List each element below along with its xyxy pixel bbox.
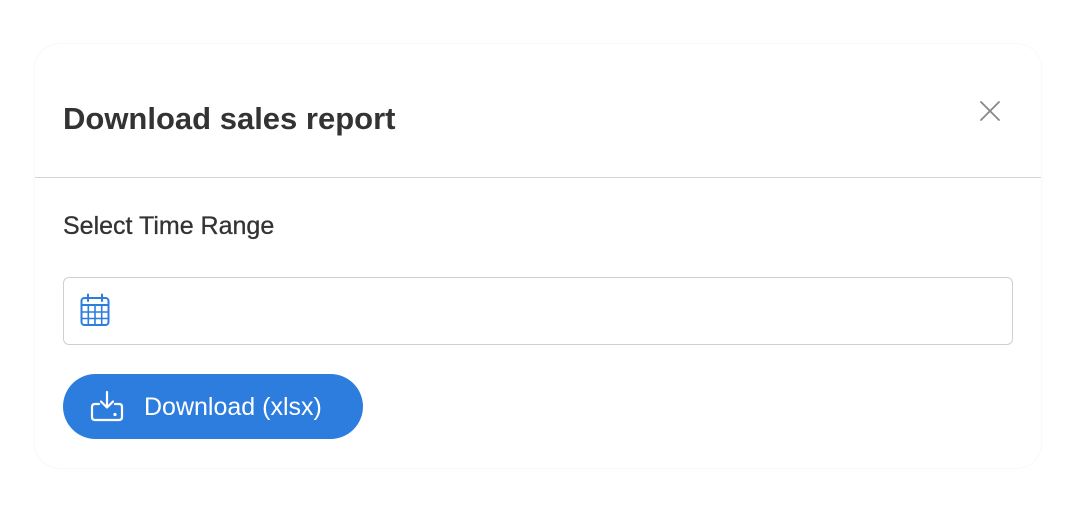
dialog-header: Download sales report xyxy=(35,44,1041,178)
time-range-label: Select Time Range xyxy=(63,212,275,240)
download-xlsx-button[interactable]: Download (xlsx) xyxy=(63,374,363,439)
dialog-title: Download sales report xyxy=(63,101,396,136)
calendar-icon xyxy=(80,293,110,326)
close-icon xyxy=(980,101,1000,121)
time-range-picker[interactable] xyxy=(63,277,1013,345)
download-report-dialog: Download sales report Select Time Range xyxy=(35,44,1041,468)
download-button-label: Download (xlsx) xyxy=(144,393,322,421)
download-icon xyxy=(90,390,124,422)
time-range-input[interactable] xyxy=(126,278,996,344)
close-button[interactable] xyxy=(975,96,1005,126)
